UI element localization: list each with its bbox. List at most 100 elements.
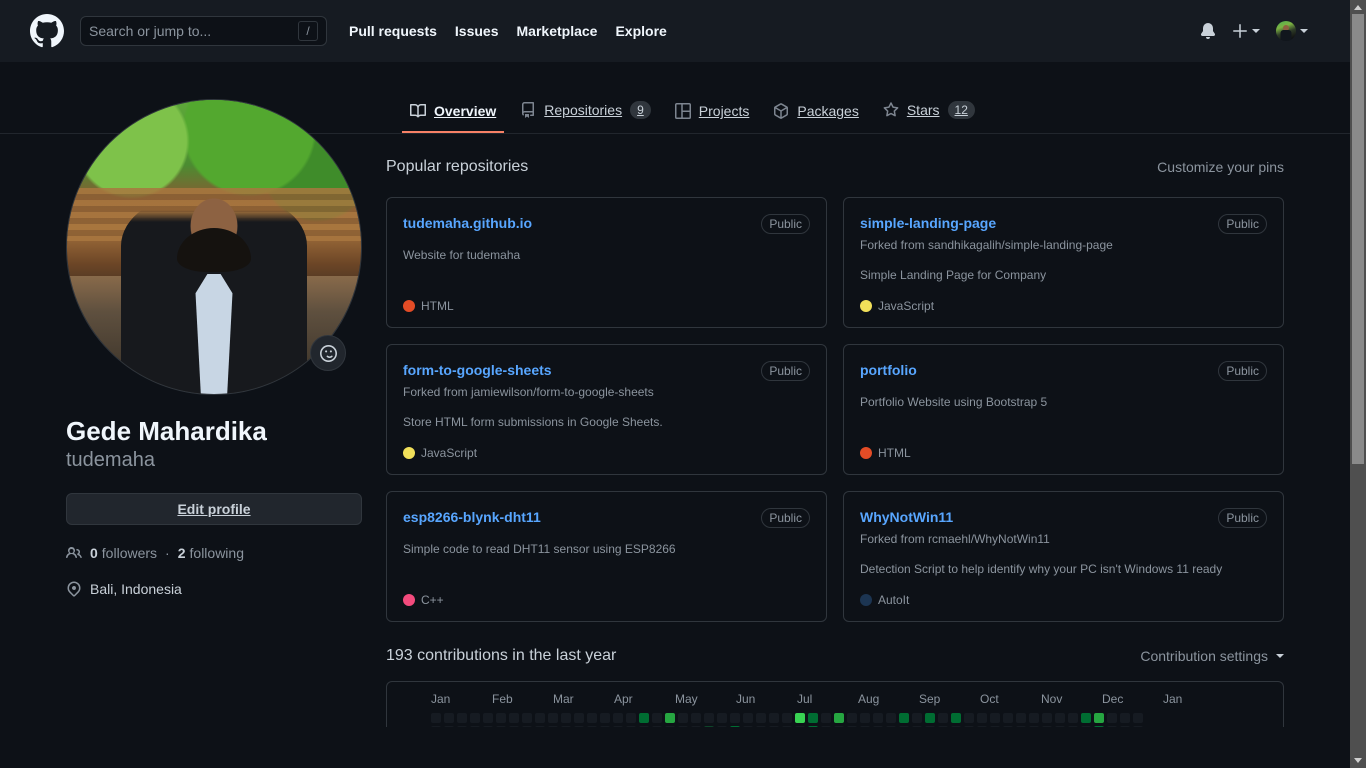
contribution-cell[interactable]	[678, 713, 688, 723]
repo-name-link[interactable]: tudemaha.github.io	[403, 214, 532, 232]
repo-card[interactable]: tudemaha.github.io Public Website for tu…	[386, 197, 827, 328]
contribution-cell[interactable]	[990, 726, 1000, 727]
contribution-cell[interactable]	[548, 713, 558, 723]
contribution-cell[interactable]	[704, 713, 714, 723]
contribution-cell[interactable]	[522, 713, 532, 723]
repo-card[interactable]: esp8266-blynk-dht11 Public Simple code t…	[386, 491, 827, 622]
contribution-cell[interactable]	[626, 713, 636, 723]
contribution-cell[interactable]	[769, 713, 779, 723]
contribution-cell[interactable]	[1016, 726, 1026, 727]
contribution-cell[interactable]	[847, 713, 857, 723]
contribution-cell[interactable]	[574, 713, 584, 723]
contribution-cell[interactable]	[1003, 726, 1013, 727]
contribution-cell[interactable]	[912, 713, 922, 723]
contribution-cell[interactable]	[678, 726, 688, 727]
contribution-cell[interactable]	[977, 726, 987, 727]
contribution-cell[interactable]	[639, 713, 649, 723]
contribution-cell[interactable]	[613, 726, 623, 727]
contribution-cell[interactable]	[717, 713, 727, 723]
nav-pull-requests[interactable]: Pull requests	[349, 23, 437, 39]
contribution-cell[interactable]	[561, 726, 571, 727]
contribution-cell[interactable]	[1029, 726, 1039, 727]
contribution-cell[interactable]	[873, 726, 883, 727]
contribution-cell[interactable]	[886, 713, 896, 723]
scroll-up-icon[interactable]	[1354, 5, 1362, 10]
contribution-cell[interactable]	[1029, 713, 1039, 723]
contribution-cell[interactable]	[1133, 726, 1143, 727]
contribution-cell[interactable]	[652, 713, 662, 723]
contribution-cell[interactable]	[496, 726, 506, 727]
contribution-cell[interactable]	[769, 726, 779, 727]
contribution-cell[interactable]	[782, 726, 792, 727]
contribution-cell[interactable]	[535, 713, 545, 723]
repo-name-link[interactable]: simple-landing-page	[860, 214, 996, 232]
contribution-cell[interactable]	[899, 726, 909, 727]
customize-pins-link[interactable]: Customize your pins	[1157, 159, 1284, 175]
contribution-cell[interactable]	[535, 726, 545, 727]
contribution-cell[interactable]	[756, 726, 766, 727]
repo-name-link[interactable]: WhyNotWin11	[860, 508, 953, 526]
contribution-cell[interactable]	[457, 713, 467, 723]
repo-card[interactable]: form-to-google-sheets Public Forked from…	[386, 344, 827, 475]
contribution-cell[interactable]	[665, 713, 675, 723]
contribution-cell[interactable]	[938, 713, 948, 723]
contribution-cell[interactable]	[730, 713, 740, 723]
tab-projects[interactable]: Projects	[667, 95, 758, 133]
contribution-cell[interactable]	[873, 713, 883, 723]
contribution-cell[interactable]	[613, 713, 623, 723]
contribution-cell[interactable]	[964, 726, 974, 727]
contribution-cell[interactable]	[795, 726, 805, 727]
repo-name-link[interactable]: form-to-google-sheets	[403, 361, 552, 379]
tab-overview[interactable]: Overview	[402, 95, 505, 133]
contribution-cell[interactable]	[626, 726, 636, 727]
repo-card[interactable]: portfolio Public Portfolio Website using…	[843, 344, 1284, 475]
scrollbar-thumb[interactable]	[1352, 14, 1364, 464]
contribution-cell[interactable]	[1003, 713, 1013, 723]
contribution-cell[interactable]	[665, 726, 675, 727]
contribution-cell[interactable]	[808, 713, 818, 723]
contribution-cell[interactable]	[600, 713, 610, 723]
contribution-cell[interactable]	[574, 726, 584, 727]
contribution-cell[interactable]	[782, 713, 792, 723]
contribution-cell[interactable]	[600, 726, 610, 727]
contribution-cell[interactable]	[561, 713, 571, 723]
contribution-cell[interactable]	[925, 726, 935, 727]
contribution-cell[interactable]	[483, 713, 493, 723]
contribution-cell[interactable]	[743, 726, 753, 727]
bell-icon[interactable]	[1200, 23, 1216, 39]
contribution-cell[interactable]	[1068, 726, 1078, 727]
contribution-cell[interactable]	[795, 713, 805, 723]
contribution-cell[interactable]	[951, 726, 961, 727]
contribution-cell[interactable]	[470, 726, 480, 727]
github-mark-icon[interactable]	[30, 14, 64, 48]
contribution-cell[interactable]	[1042, 726, 1052, 727]
following-count[interactable]: 2	[178, 545, 186, 561]
repo-card[interactable]: WhyNotWin11 Public Forked from rcmaehl/W…	[843, 491, 1284, 622]
contribution-settings-button[interactable]: Contribution settings	[1140, 648, 1284, 664]
contribution-cell[interactable]	[1016, 713, 1026, 723]
contribution-cell[interactable]	[912, 726, 922, 727]
contribution-cell[interactable]	[1107, 713, 1117, 723]
contribution-cell[interactable]	[860, 713, 870, 723]
tab-stars[interactable]: Stars 12	[875, 93, 983, 133]
contribution-cell[interactable]	[730, 726, 740, 727]
contribution-cell[interactable]	[886, 726, 896, 727]
contribution-cell[interactable]	[444, 726, 454, 727]
contribution-cell[interactable]	[834, 726, 844, 727]
contribution-cell[interactable]	[1120, 726, 1130, 727]
plus-icon[interactable]	[1232, 23, 1260, 39]
contribution-cell[interactable]	[444, 713, 454, 723]
edit-profile-button[interactable]: Edit profile	[66, 492, 362, 525]
contribution-cell[interactable]	[990, 713, 1000, 723]
contribution-cell[interactable]	[925, 713, 935, 723]
repo-card[interactable]: simple-landing-page Public Forked from s…	[843, 197, 1284, 328]
contribution-cell[interactable]	[587, 726, 597, 727]
contribution-cell[interactable]	[509, 726, 519, 727]
contribution-cell[interactable]	[1068, 713, 1078, 723]
contribution-cell[interactable]	[509, 713, 519, 723]
contribution-cell[interactable]	[756, 713, 766, 723]
contribution-cell[interactable]	[496, 713, 506, 723]
contribution-cell[interactable]	[899, 713, 909, 723]
contribution-cell[interactable]	[951, 713, 961, 723]
tab-repositories[interactable]: Repositories 9	[512, 93, 659, 133]
